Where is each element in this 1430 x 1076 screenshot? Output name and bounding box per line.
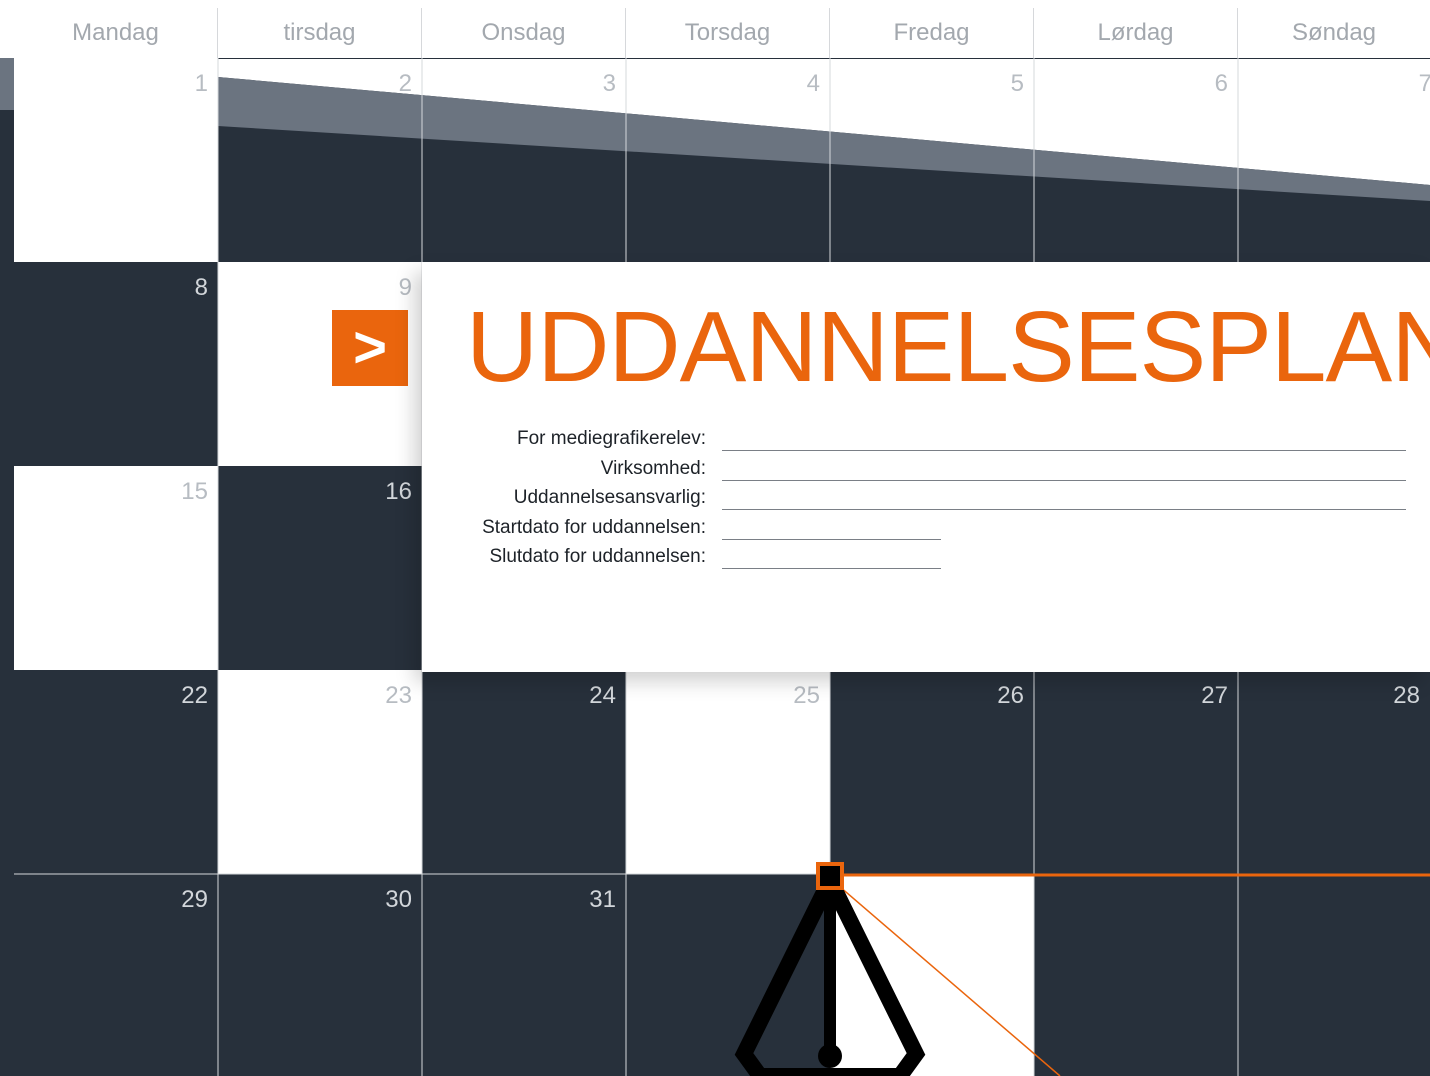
arrow-symbol: > (353, 315, 387, 380)
day-number: 28 (1393, 682, 1420, 709)
day-cell[interactable]: 5 (830, 58, 1034, 262)
weekday-7: Søndag (1291, 19, 1377, 46)
day-cell[interactable] (626, 874, 830, 1076)
day-cell[interactable]: 27 (1034, 670, 1238, 874)
day-cell[interactable]: 23 (218, 670, 422, 874)
day-number: 1 (194, 70, 208, 97)
day-number: 31 (589, 886, 616, 913)
day-number: 30 (385, 886, 412, 913)
weekday-5: Fredag (830, 8, 1034, 58)
day-cell[interactable]: 7 (1238, 58, 1430, 262)
day-number: 23 (385, 682, 412, 709)
day-cell[interactable]: 29 (14, 874, 218, 1076)
form-row: Uddannelsesansvarlig: (422, 483, 1430, 512)
day-cell[interactable]: 25 (626, 670, 830, 874)
field-label: Virksomhed: (600, 457, 706, 479)
field-label: Startdato for uddannelsen: (482, 516, 706, 538)
day-cell[interactable]: 15 (14, 466, 218, 670)
form-row: For mediegrafikerelev: (422, 424, 1430, 453)
day-cell[interactable]: 16 (218, 466, 422, 670)
field-input-line[interactable] (722, 479, 1406, 481)
day-cell[interactable]: 31 (422, 874, 626, 1076)
day-cell[interactable]: 3 (422, 58, 626, 262)
left-edge-band-top (0, 58, 14, 110)
field-label: Slutdato for uddannelsen: (489, 546, 706, 567)
day-number: 24 (589, 682, 616, 709)
day-cell[interactable]: 8 (14, 262, 218, 466)
weekday-6: Lørdag (1034, 8, 1238, 58)
weekday-2: tirsdag (218, 8, 422, 58)
form-row: Slutdato for uddannelsen: (422, 542, 1430, 571)
day-cell[interactable]: 28 (1238, 670, 1430, 874)
weekday-1: Mandag (14, 8, 218, 58)
day-cell[interactable]: 30 (218, 874, 422, 1076)
arrow-badge: > (332, 310, 408, 386)
page-title: UDDANNELSESPLAN (466, 291, 1430, 403)
day-cell[interactable] (1238, 874, 1430, 1076)
day-cell[interactable]: 6 (1034, 58, 1238, 262)
day-cell[interactable]: 2 (218, 58, 422, 262)
day-cell[interactable]: 1 (14, 58, 218, 262)
day-cell[interactable] (830, 874, 1034, 1076)
day-cell[interactable] (1034, 874, 1238, 1076)
weekday-4: Torsdag (626, 8, 830, 58)
field-input-line[interactable] (722, 568, 941, 569)
form-row: Virksomhed: (422, 454, 1430, 483)
day-cell[interactable]: 4 (626, 58, 830, 262)
weekday-3: Onsdag (422, 8, 626, 58)
day-number: 27 (1201, 682, 1228, 709)
day-number: 22 (181, 682, 208, 709)
field-input-line[interactable] (722, 509, 1406, 510)
day-number: 8 (194, 274, 208, 301)
day-number: 9 (398, 274, 412, 301)
day-number: 29 (181, 886, 208, 913)
field-input-line[interactable] (722, 538, 941, 540)
day-cell[interactable]: 22 (14, 670, 218, 874)
left-edge-band (0, 58, 14, 1076)
calendar-page: Mandag tirsdag Onsdag Torsdag Fredag Lørdag Sø… (0, 0, 1430, 1076)
field-input-line[interactable] (722, 450, 1406, 451)
day-number: 15 (181, 478, 208, 505)
field-label: For mediegrafikerelev: (516, 428, 706, 449)
day-number: 16 (385, 478, 412, 505)
title-card: UDDANNELSESPLAN For mediegrafikerelev: Vi… (422, 262, 1430, 672)
day-cell[interactable]: 24 (422, 670, 626, 874)
field-label: Uddannelsesansvarlig: (513, 487, 706, 508)
day-number: 26 (997, 682, 1024, 709)
form-row: Startdato for uddannelsen: (422, 513, 1430, 542)
day-cell[interactable]: 26 (830, 670, 1034, 874)
day-number: 25 (793, 682, 820, 709)
